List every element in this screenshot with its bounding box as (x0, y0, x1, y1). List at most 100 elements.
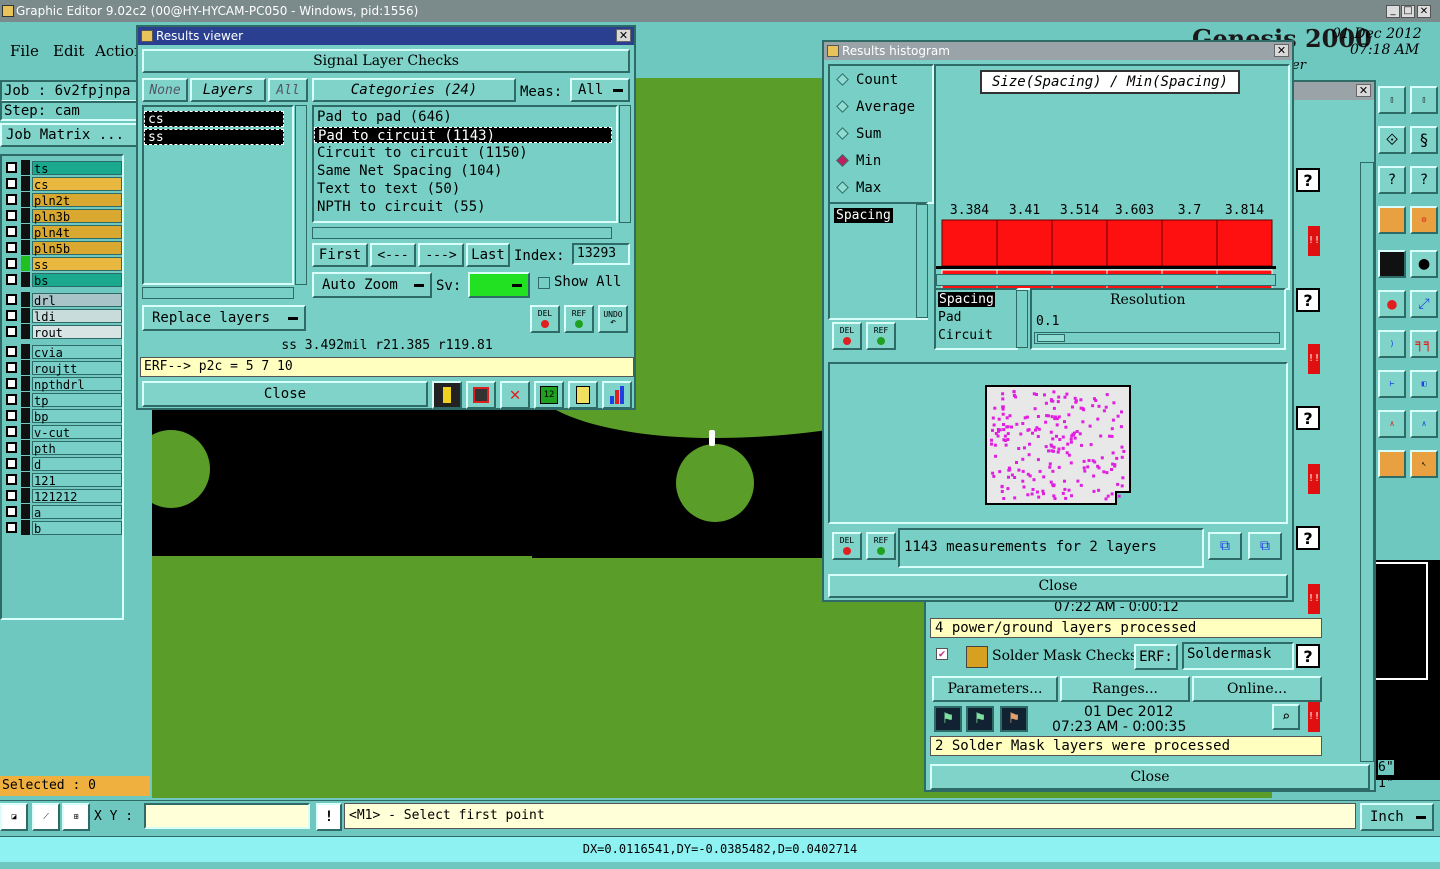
layer-checkbox[interactable] (6, 210, 17, 221)
run-icon-1[interactable]: ⚑ (934, 706, 962, 732)
preview-ref-button[interactable]: REF (866, 532, 896, 560)
show-all-checkbox[interactable] (538, 277, 550, 289)
layer-row[interactable]: cs (6, 176, 122, 192)
category-list-item[interactable]: Pad to circuit (1143) (314, 127, 612, 144)
layer-row[interactable]: cvia (6, 344, 122, 360)
layer-row[interactable]: pln4t (6, 224, 122, 240)
layer-row[interactable]: tp (6, 392, 122, 408)
export-icon-2[interactable]: ⧉ (1248, 532, 1282, 560)
toolbar-icon-11[interactable]: ● (1378, 290, 1406, 318)
toolbar-icon-8[interactable]: ⚙ (1410, 206, 1438, 234)
help-icon-1[interactable]: ? (1296, 168, 1320, 192)
layer-row[interactable]: d (6, 456, 122, 472)
layer-row[interactable]: b (6, 520, 122, 536)
layer-checkbox[interactable] (6, 458, 17, 469)
field-list-scrollbar[interactable] (916, 204, 928, 318)
ranges-button[interactable]: Ranges... (1060, 676, 1190, 702)
help-icon-4[interactable]: ? (1296, 526, 1320, 550)
toolbar-icon-19[interactable] (1378, 450, 1406, 478)
category-list-scrollbar[interactable] (619, 105, 631, 223)
category-list-item[interactable]: NPTH to circuit (55) (314, 199, 612, 215)
layer-checkbox[interactable] (6, 274, 17, 285)
checklist-close-button[interactable]: Close (930, 764, 1370, 790)
toolbar-icon-10[interactable]: ● (1410, 250, 1438, 278)
layer-list-scrollbar[interactable] (295, 105, 307, 285)
category-list-item[interactable]: Pad to pad (646) (314, 109, 612, 125)
layer-checkbox[interactable] (6, 326, 17, 337)
category-list-hscroll[interactable] (312, 227, 612, 239)
help-icon-5[interactable]: ? (1296, 644, 1320, 668)
none-button[interactable]: None (142, 78, 188, 102)
layer-checkbox[interactable] (6, 362, 17, 373)
layer-list-item[interactable]: ss (144, 129, 284, 145)
close-icon[interactable]: ✕ (1274, 44, 1289, 57)
histogram-bar[interactable] (1051, 219, 1108, 267)
layer-row[interactable]: roujtt (6, 360, 122, 376)
zoom-result-icon[interactable] (466, 381, 496, 409)
layer-row[interactable]: 121 (6, 472, 122, 488)
toolbar-icon-13[interactable]: ) (1378, 330, 1406, 358)
histogram-close-button[interactable]: Close (828, 574, 1288, 598)
layer-checkbox[interactable] (6, 410, 17, 421)
checklist-scrollbar[interactable] (1360, 162, 1374, 762)
report-icon[interactable] (568, 381, 598, 409)
toolbar-icon-9[interactable] (1378, 250, 1406, 278)
categories-tab[interactable]: Categories (24) (312, 78, 516, 102)
layer-row[interactable]: bp (6, 408, 122, 424)
layer-row[interactable]: ts (6, 160, 122, 176)
exclude-icon[interactable]: ✕ (500, 381, 530, 409)
layer-checkbox[interactable] (6, 426, 17, 437)
layer-row[interactable]: a (6, 504, 122, 520)
layer-row[interactable]: pth (6, 440, 122, 456)
maximize-button[interactable]: □ (1401, 5, 1415, 18)
numbered-list-icon[interactable]: 12 (534, 381, 564, 409)
results-close-button[interactable]: Close (142, 381, 428, 407)
parameters-button[interactable]: Parameters... (932, 676, 1058, 702)
histogram-bar[interactable] (1106, 219, 1163, 267)
toolbar-icon-16[interactable]: ◧ (1410, 370, 1438, 398)
chart-hscroll[interactable] (936, 274, 1276, 286)
slider-thumb[interactable] (1037, 334, 1065, 342)
preview-del-button[interactable]: DEL (832, 532, 862, 560)
layer-row[interactable]: npthdrl (6, 376, 122, 392)
minimize-button[interactable]: _ (1386, 5, 1400, 18)
layer-checkbox[interactable] (6, 394, 17, 405)
index-input[interactable]: 13293 (572, 243, 630, 265)
layer-checkbox[interactable] (6, 378, 17, 389)
draw-mode-icon[interactable]: ◪ (0, 803, 28, 831)
layer-row[interactable]: pln2t (6, 192, 122, 208)
hist-del-button[interactable]: DEL (832, 322, 862, 350)
histogram-bar[interactable] (996, 219, 1053, 267)
run-icon-3[interactable]: ⚑ (1000, 706, 1028, 732)
layer-checkbox[interactable] (6, 294, 17, 305)
del-button[interactable]: DEL (530, 305, 560, 333)
layer-checkbox[interactable] (6, 346, 17, 357)
close-icon[interactable]: ✕ (616, 29, 631, 42)
close-window-button[interactable]: ✕ (1417, 5, 1431, 18)
grid-icon[interactable]: ⊞ (62, 803, 90, 831)
sv-color-dropdown[interactable] (468, 272, 530, 298)
replace-layers-dropdown[interactable]: Replace layers (142, 305, 306, 331)
category-list-item[interactable]: Circuit to circuit (1150) (314, 145, 612, 161)
toolbar-icon-5[interactable]: ? (1378, 166, 1406, 194)
solder-mask-checkbox[interactable]: ✔ (936, 648, 948, 660)
toolbar-icon-3[interactable]: ⟐ (1378, 126, 1406, 154)
online-button[interactable]: Online... (1192, 676, 1322, 702)
layer-row[interactable]: rout (6, 324, 122, 340)
histogram-bar[interactable] (1216, 219, 1273, 267)
measure-icon[interactable]: ⟋ (32, 803, 60, 831)
run-icon-2[interactable]: ⚑ (966, 706, 994, 732)
category-list-item[interactable]: Text to text (50) (314, 181, 612, 197)
layer-row[interactable]: pln5b (6, 240, 122, 256)
help-icon-3[interactable]: ? (1296, 406, 1320, 430)
erf-value-field[interactable]: Soldermask (1182, 642, 1294, 670)
layer-list-item[interactable]: cs (144, 111, 284, 127)
layer-row[interactable]: ldi (6, 308, 122, 324)
layer-row[interactable]: drl (6, 292, 122, 308)
toolbar-icon-2[interactable]: ▯ (1410, 86, 1438, 114)
layer-checkbox[interactable] (6, 310, 17, 321)
layer-row[interactable]: 121212 (6, 488, 122, 504)
menu-edit[interactable]: Edit (53, 42, 84, 60)
undo-button[interactable]: UNDO ↶ (598, 305, 628, 333)
layer-checkbox[interactable] (6, 490, 17, 501)
